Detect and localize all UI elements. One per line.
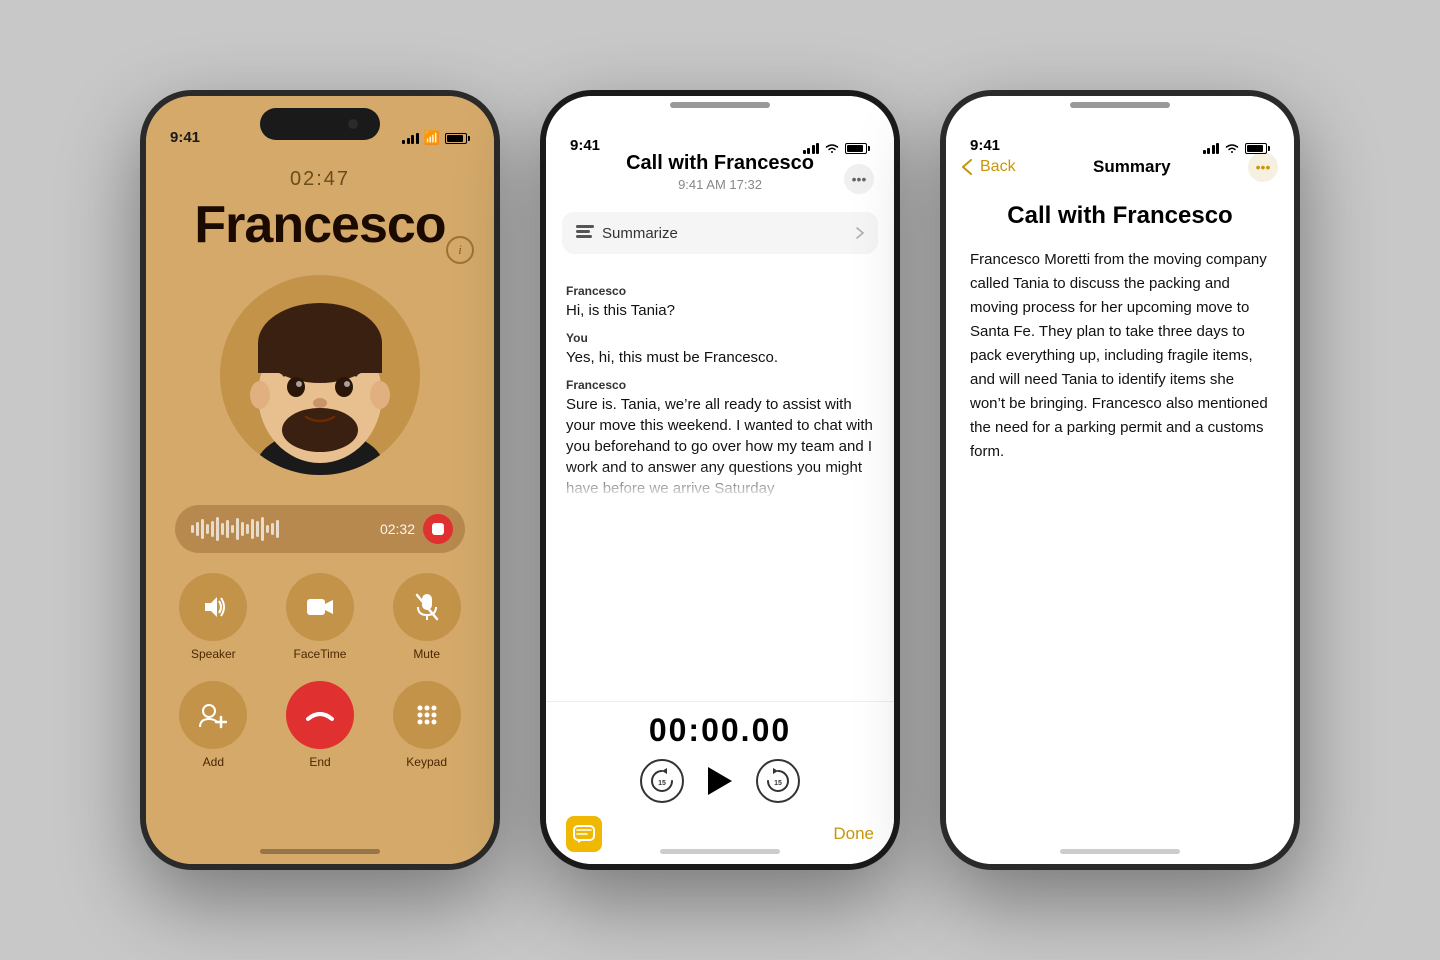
speaker-0: Francesco [566, 284, 874, 298]
phone-1-active-call: 9:41 📶 i 02:47 Francesco [140, 90, 500, 870]
add-label: Add [203, 755, 224, 769]
playback-area: 00:00.00 15 [546, 701, 894, 808]
phone-3-summary: 9:41 B [940, 90, 1300, 870]
facetime-icon [306, 596, 334, 618]
status-icons-2 [803, 142, 871, 154]
speaker-1: You [566, 331, 874, 345]
memoji-svg [220, 275, 420, 475]
summarize-label: Summarize [602, 225, 678, 242]
transcript-mode-icon[interactable] [566, 816, 602, 852]
play-button[interactable] [708, 767, 732, 795]
wifi-icon-2 [824, 142, 840, 154]
end-call-button[interactable]: End [277, 681, 364, 769]
speech-bubble-icon [573, 825, 595, 843]
transcript-item-0: Francesco Hi, is this Tania? [566, 284, 874, 321]
transcript-text-1: Yes, hi, this must be Francesco. [566, 347, 874, 368]
waveform [191, 517, 372, 541]
keypad-label: Keypad [406, 755, 447, 769]
phone1-content: i 02:47 Francesco [146, 96, 494, 864]
more-options-button[interactable]: ••• [844, 164, 874, 194]
battery-icon-3 [1245, 143, 1270, 154]
home-indicator-1 [260, 849, 380, 854]
summarize-button[interactable]: Summarize [562, 212, 878, 254]
end-label: End [309, 755, 330, 769]
phone2-main: Call with Francesco 9:41 AM 17:32 ••• Su… [546, 96, 894, 864]
svg-text:15: 15 [658, 780, 666, 787]
signal-bars-1 [402, 133, 419, 144]
caller-avatar [220, 275, 420, 475]
recording-stop-button[interactable] [423, 514, 453, 544]
summarize-icon [576, 225, 594, 241]
signal-bars-2 [803, 143, 820, 154]
dynamic-island-1 [260, 108, 380, 140]
mute-label: Mute [413, 647, 440, 661]
recording-bar: 02:32 [175, 505, 465, 553]
home-indicator-2 [660, 849, 780, 854]
transcript-text-2: Sure is. Tania, we’re all ready to assis… [566, 394, 874, 499]
wifi-icon-1: 📶 [424, 130, 440, 146]
status-icons-3 [1203, 142, 1271, 154]
chevron-left-icon [962, 159, 972, 175]
done-button[interactable]: Done [833, 824, 874, 844]
status-icons-1: 📶 [402, 130, 470, 146]
status-time-1: 9:41 [170, 129, 200, 146]
phone-2-transcript: 9:41 Call with Francesco 9:41 AM 17:3 [540, 90, 900, 870]
notch-bar-2 [670, 102, 770, 108]
summary-title: Call with Francesco [970, 202, 1270, 230]
keypad-icon [415, 703, 439, 727]
transcript-item-1: You Yes, hi, this must be Francesco. [566, 331, 874, 368]
info-button[interactable]: i [446, 236, 474, 264]
call-buttons-grid: Speaker FaceTime [170, 573, 470, 769]
mute-button[interactable]: Mute [383, 573, 470, 661]
summary-nav-title: Summary [1093, 157, 1170, 177]
wifi-icon-3 [1224, 142, 1240, 154]
battery-icon-1 [445, 133, 470, 144]
back-button[interactable]: Back [962, 158, 1016, 176]
status-bar-2: 9:41 [546, 104, 894, 160]
status-time-2: 9:41 [570, 137, 600, 154]
recording-time: 02:32 [380, 521, 415, 537]
end-call-icon [305, 707, 335, 723]
transcript-subtitle: 9:41 AM 17:32 [566, 177, 874, 192]
play-triangle-icon [708, 767, 732, 795]
back-label: Back [980, 158, 1016, 176]
keypad-button[interactable]: Keypad [383, 681, 470, 769]
summary-body-text: Francesco Moretti from the moving compan… [970, 248, 1270, 464]
skip-forward-button[interactable]: 15 [756, 759, 800, 803]
notch-bar-3 [1070, 102, 1170, 108]
summary-content: Call with Francesco Francesco Moretti fr… [946, 192, 1294, 864]
call-timer: 02:47 [290, 168, 350, 191]
add-button[interactable]: Add [170, 681, 257, 769]
status-time-3: 9:41 [970, 137, 1000, 154]
home-indicator-3 [1060, 849, 1180, 854]
phone2-bottom-bar: Done [546, 808, 894, 864]
add-person-icon [199, 701, 227, 729]
phone3-main: Back Summary ••• Call with Francesco Fra… [946, 96, 1294, 864]
transcript-text-0: Hi, is this Tania? [566, 300, 874, 321]
status-bar-3: 9:41 [946, 104, 1294, 160]
playback-controls: 15 15 [640, 759, 800, 803]
chevron-right-icon [856, 227, 864, 239]
speaker-2: Francesco [566, 378, 874, 392]
transcript-item-2: Francesco Sure is. Tania, we’re all read… [566, 378, 874, 499]
battery-icon-2 [845, 143, 870, 154]
playback-time: 00:00.00 [649, 712, 791, 749]
summarize-left: Summarize [576, 225, 678, 242]
mute-icon [415, 593, 439, 621]
facetime-button[interactable]: FaceTime [277, 573, 364, 661]
caller-name: Francesco [194, 195, 445, 255]
svg-text:15: 15 [774, 780, 782, 787]
signal-bars-3 [1203, 143, 1220, 154]
facetime-label: FaceTime [294, 647, 347, 661]
skip-back-button[interactable]: 15 [640, 759, 684, 803]
speaker-label: Speaker [191, 647, 236, 661]
transcript-area: Francesco Hi, is this Tania? You Yes, hi… [546, 262, 894, 701]
speaker-icon [199, 593, 227, 621]
speaker-button[interactable]: Speaker [170, 573, 257, 661]
